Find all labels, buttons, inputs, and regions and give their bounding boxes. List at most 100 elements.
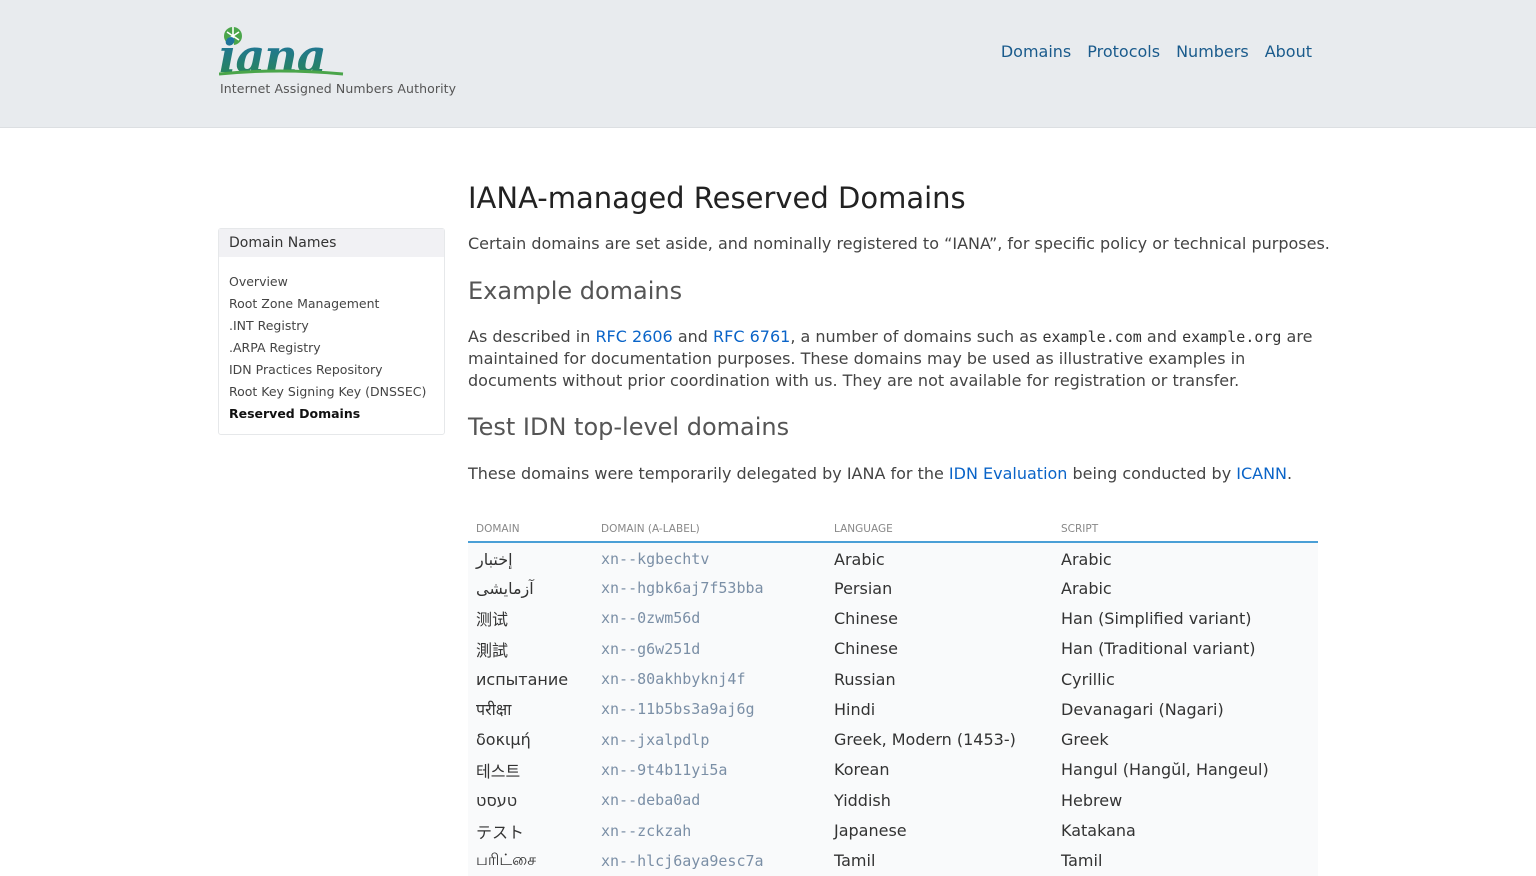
language-cell: Persian (826, 573, 1053, 604)
nav-domains[interactable]: Domains (1001, 41, 1071, 63)
sidebar-item-reserved-domains[interactable]: Reserved Domains (229, 403, 434, 425)
text-span: , a number of domains such as (790, 327, 1043, 346)
script-cell: Han (Simplified variant) (1053, 603, 1318, 634)
domain-cell: பரிட்சை (468, 845, 593, 876)
language-cell: Russian (826, 663, 1053, 695)
language-cell: Tamil (826, 845, 1053, 876)
rfc-2606-link[interactable]: RFC 2606 (595, 327, 672, 346)
intro-paragraph: Certain domains are set aside, and nomin… (468, 234, 1330, 253)
example-com-code: example.com (1042, 328, 1142, 346)
table-row: परीक्षा xn--11b5bs3a9aj6g Hindi Devanagari … (468, 694, 1318, 725)
domain-cell: परीक्षा (468, 694, 593, 725)
text-span: As described in (468, 327, 596, 346)
a-label-cell: xn--hgbk6aj7f53bba (593, 573, 826, 604)
example-org-code: example.org (1182, 328, 1282, 346)
script-cell: Cyrillic (1053, 663, 1318, 695)
rfc-6761-link[interactable]: RFC 6761 (713, 327, 790, 346)
domain-cell: 測試 (468, 633, 593, 664)
script-cell: Katakana (1053, 815, 1318, 846)
table-row: பரிட்சை xn--hlcj6aya9esc7a Tamil Tamil (468, 845, 1318, 876)
sidebar-item-idn-practices-repository[interactable]: IDN Practices Repository (229, 359, 434, 381)
text-span: . (1287, 464, 1293, 483)
sidebar-item-root-key-signing-key[interactable]: Root Key Signing Key (DNSSEC) (229, 381, 434, 403)
table-row: 測試 xn--g6w251d Chinese Han (Traditional var… (468, 633, 1318, 664)
logo-tagline: Internet Assigned Numbers Authority (220, 81, 457, 96)
a-label-cell: xn--80akhbyknj4f (593, 663, 826, 695)
idn-evaluation-link[interactable]: IDN Evaluation (949, 464, 1068, 483)
sidebar-item-int-registry[interactable]: .INT Registry (229, 315, 434, 337)
script-cell: Arabic (1053, 542, 1318, 573)
a-label-cell: xn--zckzah (593, 815, 826, 846)
example-domains-heading: Example domains (468, 277, 683, 305)
sidebar-item-root-zone-management[interactable]: Root Zone Management (229, 293, 434, 315)
sidebar-title[interactable]: Domain Names (219, 229, 444, 257)
domain-cell: δοκιμή (468, 724, 593, 755)
column-header-a-label[interactable]: DOMAIN (A-LABEL) (593, 518, 826, 543)
language-cell: Chinese (826, 603, 1053, 634)
a-label-cell: xn--hlcj6aya9esc7a (593, 845, 826, 876)
script-cell: Hebrew (1053, 785, 1318, 816)
sidebar: Domain Names Overview Root Zone Manageme… (218, 228, 445, 435)
a-label-cell: xn--deba0ad (593, 785, 826, 816)
a-label-cell: xn--9t4b11yi5a (593, 754, 826, 786)
column-header-domain[interactable]: DOMAIN (468, 518, 593, 543)
table-row: 테스트 xn--9t4b11yi5a Korean Hangul (Hangŭl, H… (468, 754, 1318, 786)
domain-cell: 测试 (468, 603, 593, 634)
a-label-cell: xn--0zwm56d (593, 603, 826, 634)
table-row: 测试 xn--0zwm56d Chinese Han (Simplified vari… (468, 603, 1318, 634)
language-cell: Greek, Modern (1453-) (826, 724, 1053, 755)
text-span: These domains were temporarily delegated… (468, 464, 949, 483)
language-cell: Korean (826, 754, 1053, 786)
sidebar-item-overview[interactable]: Overview (229, 271, 434, 293)
column-header-language[interactable]: LANGUAGE (826, 518, 1053, 543)
main-content: IANA-managed Reserved Domains Certain do… (468, 178, 1330, 485)
domain-cell: טעסט (468, 785, 593, 816)
table-header-row: DOMAIN DOMAIN (A-LABEL) LANGUAGE SCRIPT (468, 518, 1318, 543)
a-label-cell: xn--jxalpdlp (593, 724, 826, 755)
a-label-cell: xn--11b5bs3a9aj6g (593, 694, 826, 725)
domain-cell: 테스트 (468, 754, 593, 786)
language-cell: Chinese (826, 633, 1053, 664)
test-idn-paragraph: These domains were temporarily delegated… (468, 463, 1318, 485)
sidebar-item-arpa-registry[interactable]: .ARPA Registry (229, 337, 434, 359)
table-row: δοκιμή xn--jxalpdlp Greek, Modern (1453-) G… (468, 724, 1318, 755)
site-header: iana Internet Assigned Numbers Authority… (0, 0, 1536, 128)
icann-link[interactable]: ICANN (1236, 464, 1287, 483)
text-span: and (1141, 327, 1183, 346)
nav-protocols[interactable]: Protocols (1087, 41, 1160, 63)
language-cell: Yiddish (826, 785, 1053, 816)
language-cell: Arabic (826, 542, 1053, 573)
nav-numbers[interactable]: Numbers (1176, 41, 1249, 63)
top-navigation: Domains Protocols Numbers About (1001, 41, 1312, 63)
idn-domains-table: DOMAIN DOMAIN (A-LABEL) LANGUAGE SCRIPT … (468, 518, 1318, 876)
script-cell: Tamil (1053, 845, 1318, 876)
a-label-cell: xn--kgbechtv (593, 542, 826, 573)
table-row: טעסט xn--deba0ad Yiddish Hebrew (468, 785, 1318, 816)
nav-about[interactable]: About (1265, 41, 1312, 63)
script-cell: Hangul (Hangŭl, Hangeul) (1053, 754, 1318, 786)
table-row: テスト xn--zckzah Japanese Katakana (468, 815, 1318, 846)
text-span: and (672, 327, 714, 346)
script-cell: Han (Traditional variant) (1053, 633, 1318, 664)
table-body: إختبار xn--kgbechtv Arabic Arabic آزمایشی xn-… (468, 542, 1318, 876)
language-cell: Hindi (826, 694, 1053, 725)
script-cell: Devanagari (Nagari) (1053, 694, 1318, 725)
test-idn-heading: Test IDN top-level domains (468, 413, 790, 441)
a-label-cell: xn--g6w251d (593, 633, 826, 664)
domain-cell: آزمایشی (468, 573, 593, 604)
iana-logo-mark: iana (219, 27, 344, 80)
example-domains-paragraph: As described in RFC 2606 and RFC 6761, a… (468, 326, 1318, 392)
column-header-script[interactable]: SCRIPT (1053, 518, 1318, 543)
language-cell: Japanese (826, 815, 1053, 846)
text-span: being conducted by (1067, 464, 1237, 483)
iana-logo[interactable]: iana Internet Assigned Numbers Authority (219, 24, 459, 100)
page-title: IANA-managed Reserved Domains (468, 181, 966, 215)
domain-cell: испытание (468, 663, 593, 695)
table-row: إختبار xn--kgbechtv Arabic Arabic (468, 542, 1318, 573)
domain-cell: テスト (468, 815, 593, 846)
sidebar-menu: Overview Root Zone Management .INT Regis… (219, 257, 444, 425)
table-row: испытание xn--80akhbyknj4f Russian Cyrillic (468, 663, 1318, 695)
table-row: آزمایشی xn--hgbk6aj7f53bba Persian Arabic (468, 573, 1318, 604)
script-cell: Arabic (1053, 573, 1318, 604)
domain-cell: إختبار (468, 542, 593, 573)
